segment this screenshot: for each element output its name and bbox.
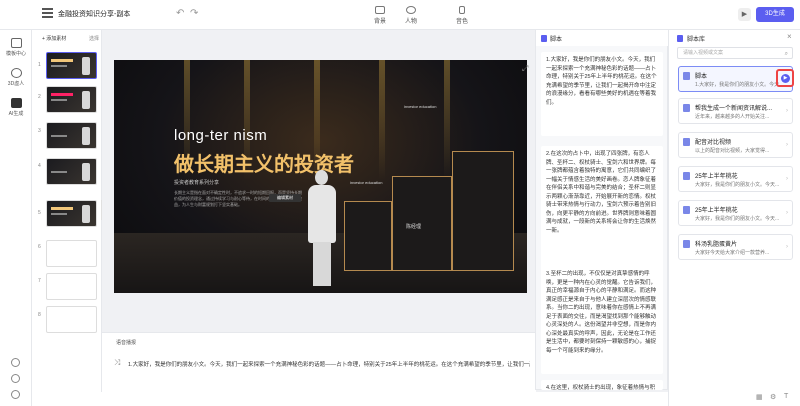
gear-icon[interactable]: ⚙ bbox=[770, 393, 776, 401]
presenter-avatar[interactable] bbox=[302, 170, 342, 288]
slide-thumb-1[interactable] bbox=[46, 52, 97, 79]
document-icon bbox=[683, 104, 690, 112]
grid-icon[interactable]: ▦ bbox=[756, 393, 763, 401]
template-icon bbox=[10, 38, 22, 48]
undo-icon[interactable]: ↶ bbox=[176, 8, 184, 19]
slide-thumb-3[interactable] bbox=[46, 122, 97, 149]
script-panel: 脚本 1.大家好，我是你们的朋友小文。今天，我们一起来探索一个充满神秘色彩的话题… bbox=[535, 30, 669, 390]
editor-stage: long-ter nism 做长期主义的投资者 投资者教育系列分享 长期主义是指… bbox=[102, 30, 536, 330]
narration-label: 语音播报 bbox=[116, 340, 137, 346]
script-paragraph[interactable]: 4.在这里，权杖骑士的出现，象征着热情与积极的行动。 bbox=[541, 380, 663, 390]
nav-templates[interactable]: 模板中心 bbox=[0, 38, 32, 57]
chevron-right-icon: › bbox=[786, 142, 788, 148]
stage-riser bbox=[344, 201, 392, 271]
fullscreen-icon[interactable]: ⤢ bbox=[522, 64, 528, 74]
document-icon bbox=[683, 240, 690, 248]
slides-panel: + 添加素材 选择 1 2 3 4 5 6 7 8 bbox=[32, 30, 102, 406]
slide-number: 5 bbox=[38, 210, 41, 216]
chevron-right-icon: › bbox=[786, 244, 788, 250]
preview-play-button[interactable]: ▶ bbox=[738, 8, 751, 21]
notification-icon[interactable] bbox=[11, 358, 20, 367]
help-icon[interactable] bbox=[11, 374, 20, 383]
bottom-bar bbox=[32, 392, 668, 406]
close-icon[interactable]: × bbox=[787, 32, 792, 41]
library-card[interactable]: 配音对比视频 以上的配音对比视频，大家觉得... › bbox=[678, 132, 793, 158]
slide-thumb-6[interactable] bbox=[46, 240, 97, 267]
voice-icon bbox=[459, 6, 465, 14]
generate-3d-button[interactable]: 3D生成 bbox=[756, 7, 794, 22]
slide-number: 8 bbox=[38, 312, 41, 318]
library-card[interactable]: 科汤乳脂蛋黄片 大家好今天给大家介绍一款营养... › bbox=[678, 234, 793, 260]
narration-panel: 语音播报 ⤨ 1.大家好，我是你们的朋友小文。今天，我们一起来探索一个充满神秘色… bbox=[102, 332, 536, 392]
tool-voice[interactable]: 音色 bbox=[450, 6, 474, 25]
search-icon[interactable]: ⌕ bbox=[785, 49, 788, 60]
slide-thumb-5[interactable] bbox=[46, 200, 97, 227]
document-icon bbox=[683, 206, 690, 214]
slide-number: 4 bbox=[38, 163, 41, 169]
nav-3d-avatar[interactable]: 3D虚人 bbox=[0, 68, 32, 87]
library-search-input[interactable]: 请输入视频或文案 ⌕ bbox=[677, 47, 793, 59]
background-icon bbox=[375, 6, 385, 14]
script-paragraph[interactable]: 3.至杯二的出现，不仅仅是对真挚感情的呼唤，更是一种内在心灵的觉醒。它告诉我们，… bbox=[541, 266, 663, 374]
library-title: 脚本库 bbox=[687, 37, 706, 43]
ai-icon bbox=[10, 98, 22, 108]
text-icon[interactable]: T bbox=[784, 393, 788, 400]
avatar-icon bbox=[10, 68, 22, 78]
top-bar: 金融投资知识分享-副本 ↶ ↷ 背景 人物 音色 ▶ 3D生成 bbox=[0, 0, 800, 30]
document-icon bbox=[683, 72, 690, 80]
investor-label: investor education bbox=[350, 180, 383, 185]
script-header: 脚本 bbox=[536, 30, 669, 46]
tool-person[interactable]: 人物 bbox=[399, 6, 423, 25]
script-icon bbox=[541, 35, 547, 42]
slide-canvas[interactable]: long-ter nism 做长期主义的投资者 投资者教育系列分享 长期主义是指… bbox=[114, 60, 527, 293]
slide-thumb-4[interactable] bbox=[46, 158, 97, 185]
slide-number: 7 bbox=[38, 278, 41, 284]
slide-title-en: long-ter nism bbox=[174, 127, 268, 144]
add-material-button[interactable]: + 添加素材 bbox=[42, 35, 66, 42]
chevron-right-icon: › bbox=[786, 108, 788, 114]
script-paragraph[interactable]: 1.大家好，我是你们的朋友小文。今天，我们一起来探索一个充满神秘色彩的话题——占… bbox=[541, 52, 663, 136]
slide-thumb-7[interactable] bbox=[46, 273, 97, 300]
left-nav: 模板中心 3D虚人 AI生成 bbox=[0, 30, 32, 406]
edit-material-badge[interactable]: 编辑素材 bbox=[269, 194, 301, 202]
menu-icon[interactable] bbox=[42, 8, 53, 18]
slide-number: 2 bbox=[38, 94, 41, 100]
stage-riser bbox=[392, 176, 452, 271]
narration-text[interactable]: 1.大家好，我是你们的朋友小文。今天，我们一起来探索一个充满神秘色彩的话题——占… bbox=[128, 360, 530, 368]
settings-icon[interactable] bbox=[11, 390, 20, 399]
library-card[interactable]: 25年上半年桃花 大家好，我是你们的朋友小文。今天... › bbox=[678, 166, 793, 192]
stage-riser bbox=[452, 151, 514, 271]
investor-label: investor education bbox=[404, 104, 437, 109]
document-icon bbox=[683, 138, 690, 146]
slide-number: 6 bbox=[38, 244, 41, 250]
select-button[interactable]: 选择 bbox=[89, 35, 99, 42]
slide-subtitle: 投资者教育系列分享 bbox=[174, 180, 220, 186]
library-card[interactable]: 25年上半年桃花 大家好，我是你们的朋友小文。今天... › bbox=[678, 200, 793, 226]
redo-icon[interactable]: ↷ bbox=[190, 8, 198, 19]
play-icon: ▶ bbox=[781, 74, 790, 83]
apply-script-button[interactable]: ▶ bbox=[776, 69, 794, 87]
chevron-right-icon: › bbox=[786, 176, 788, 182]
nav-ai-generate[interactable]: AI生成 bbox=[0, 98, 32, 117]
chevron-right-icon: › bbox=[786, 210, 788, 216]
tool-background[interactable]: 背景 bbox=[368, 6, 392, 25]
document-icon bbox=[683, 172, 690, 180]
person-icon bbox=[406, 6, 416, 14]
slide-number: 3 bbox=[38, 128, 41, 134]
library-card[interactable]: 帮我生成一个新闻资讯解说... 近年来，越来越多的人开始关注... › bbox=[678, 98, 793, 124]
library-icon bbox=[677, 35, 683, 42]
slide-number: 1 bbox=[38, 62, 41, 68]
speaker-name: 陈经理 bbox=[406, 224, 422, 230]
slide-thumb-8[interactable] bbox=[46, 306, 97, 333]
shuffle-icon[interactable]: ⤨ bbox=[114, 358, 120, 368]
doc-title[interactable]: 金融投资知识分享-副本 bbox=[58, 9, 130, 19]
slide-thumb-2[interactable] bbox=[46, 86, 97, 113]
